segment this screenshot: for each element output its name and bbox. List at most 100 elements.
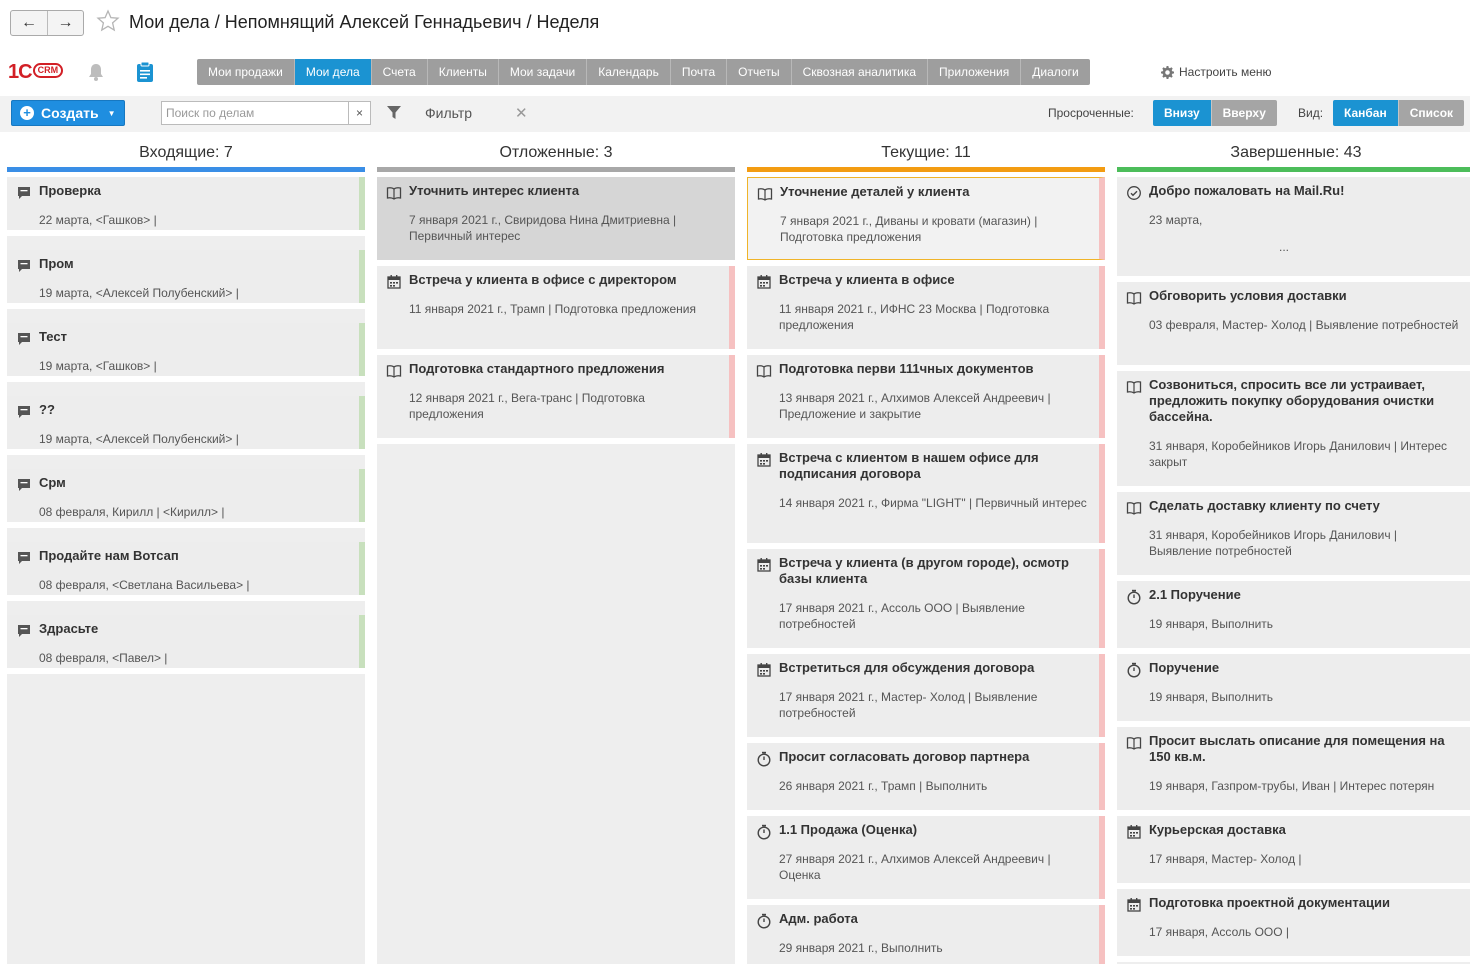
task-title: Здрасьте [39,621,99,636]
menu-mail[interactable]: Почта [671,59,728,85]
column-body: Добро пожаловать на Mail.Ru! 23 марта,...… [1117,177,1470,964]
task-card-content: Встреча с клиентом в нашем офисе для под… [747,444,1105,543]
task-card-content: Встреча у клиента в офисе с директором 11… [377,266,735,349]
task-meta: 12 января 2021 г., Вега-транс | Подготов… [409,391,645,421]
overdue-top-option[interactable]: Вверху [1210,100,1277,126]
kanban-column: Входящие: 7 Проверка 22 марта, <Гашков> | П… [7,136,365,964]
task-card[interactable]: Встреча с клиентом в нашем офисе для под… [747,444,1105,549]
task-card[interactable]: Встреча у клиента (в другом городе), осм… [747,549,1105,654]
view-list-option[interactable]: Список [1397,100,1465,126]
task-card[interactable]: Сделать доставку клиенту по счету 31 янва… [1117,492,1470,581]
view-label: Вид: [1298,106,1324,120]
task-meta: 19 марта, <Алексей Полубенский> | [39,432,239,446]
kanban-column: Завершенные: 43 Добро пожаловать на Mail.… [1117,136,1470,964]
menu-my-assignments[interactable]: Мои задачи [499,59,588,85]
task-card-content: Обговорить условия доставки 03 февраля, М… [1117,282,1470,365]
task-title: Тест [39,329,67,344]
task-card[interactable]: Поручение 19 января, Выполнить [1117,654,1470,727]
task-card[interactable]: Продайте нам Вотсап 08 февраля, <Светлана… [7,542,365,601]
task-card-content: Тест 19 марта, <Гашков> | [7,323,365,376]
task-meta: 26 января 2021 г., Трамп | Выполнить [779,779,988,793]
configure-menu-link[interactable]: Настроить меню [1161,65,1272,79]
menu-applications[interactable]: Приложения [928,59,1022,85]
menu-dialogs[interactable]: Диалоги [1021,59,1089,85]
task-card[interactable]: Созвониться, спросить все ли устраивает,… [1117,371,1470,492]
task-card-content: Здрасьте 08 февраля, <Павел> | [7,615,365,668]
menu-my-sales[interactable]: Мои продажи [197,59,295,85]
task-title: Продайте нам Вотсап [39,548,179,563]
task-card-content: Уточнение деталей у клиента 7 января 2021… [747,177,1105,260]
search-box: × [161,101,371,125]
task-card[interactable]: Встретиться для обсуждения договора 17 ян… [747,654,1105,743]
task-meta: 19 марта, <Алексей Полубенский> | [39,286,239,300]
back-button[interactable]: ← [11,11,47,35]
task-meta: 17 января, Ассоль ООО | [1149,925,1290,939]
create-button[interactable]: + Создать ▼ [11,100,125,126]
clipboard-icon[interactable] [136,61,154,86]
task-card[interactable]: Курьерская доставка 17 января, Мастер- Хо… [1117,816,1470,889]
menu-my-tasks-active[interactable]: Мои дела [294,59,372,85]
stopwatch-icon [756,751,772,770]
task-title: Просит согласовать договор партнера [779,749,1030,764]
task-card-content: Проверка 22 марта, <Гашков> | [7,177,365,230]
clear-search-icon[interactable]: × [348,102,370,124]
task-meta: 17 января 2021 г., Ассоль ООО | Выявлени… [779,601,1025,631]
task-meta: 19 марта, <Гашков> | [39,359,157,373]
task-meta: 22 марта, <Гашков> | [39,213,157,227]
task-title: Подготовка проектной документации [1149,895,1390,910]
menu-calendar[interactable]: Календарь [587,59,671,85]
task-card[interactable]: Адм. работа 29 января 2021 г., Выполнить [747,905,1105,964]
task-card[interactable]: Пром 19 марта, <Алексей Полубенский> | [7,250,365,309]
chat-icon [16,258,32,277]
task-card[interactable]: Встреча у клиента в офисе с директором 11… [377,266,735,355]
task-card[interactable]: Подготовка проектной документации 17 янва… [1117,889,1470,962]
filter-icon[interactable] [386,105,402,124]
task-card[interactable]: Срм 08 февраля, Кирилл | <Кирилл> | [7,469,365,528]
task-title: 1.1 Продажа (Оценка) [779,822,918,837]
task-meta: 7 января 2021 г., Свиридова Нина Дмитрие… [409,213,677,243]
stopwatch-icon [756,913,772,932]
view-kanban-option[interactable]: Канбан [1333,100,1398,126]
chat-icon [16,550,32,569]
task-title: Поручение [1149,660,1220,675]
task-card-content: Курьерская доставка 17 января, Мастер- Хо… [1117,816,1470,883]
chat-icon [16,623,32,642]
task-card[interactable]: 2.1 Поручение 19 января, Выполнить [1117,581,1470,654]
page-title: Мои дела / Непомнящий Алексей Геннадьеви… [129,12,600,32]
task-title: Срм [39,475,66,490]
task-card[interactable]: Просит согласовать договор партнера 26 ян… [747,743,1105,816]
task-card[interactable]: Уточнить интерес клиента 7 января 2021 г.… [377,177,735,266]
task-extra: ... [1278,240,1289,254]
overdue-bottom-option[interactable]: Внизу [1153,100,1211,126]
overdue-toggle: Внизу Вверху [1153,100,1277,126]
task-card[interactable]: 1.1 Продажа (Оценка) 27 января 2021 г., А… [747,816,1105,905]
bell-icon[interactable] [87,62,105,85]
task-card[interactable]: Уточнение деталей у клиента 7 января 2021… [747,177,1105,266]
task-card[interactable]: Добро пожаловать на Mail.Ru! 23 марта,... [1117,177,1470,282]
task-card[interactable]: Тест 19 марта, <Гашков> | [7,323,365,382]
menu-invoices[interactable]: Счета [372,59,428,85]
menu-analytics[interactable]: Сквозная аналитика [792,59,929,85]
task-title: Уточнить интерес клиента [409,183,580,198]
task-card[interactable]: Обговорить условия доставки 03 февраля, М… [1117,282,1470,371]
clear-filter-icon[interactable]: ✕ [515,104,528,122]
task-card[interactable]: Просит выслать описание для помещения на… [1117,727,1470,816]
gear-icon [1161,65,1174,79]
task-card[interactable]: Встреча у клиента в офисе 11 января 2021 … [747,266,1105,355]
filter-button[interactable]: Фильтр [425,105,472,121]
task-card[interactable]: Здрасьте 08 февраля, <Павел> | [7,615,365,674]
menu-reports[interactable]: Отчеты [727,59,792,85]
task-card-content: Поручение 19 января, Выполнить [1117,654,1470,721]
menu-clients[interactable]: Клиенты [428,59,499,85]
search-input[interactable] [162,102,348,124]
favorite-star-icon[interactable] [96,9,120,36]
task-card[interactable]: Подготовка стандартного предложения 12 ян… [377,355,735,444]
calendar-icon [386,274,402,293]
plus-icon: + [20,106,34,120]
calendar-icon [756,274,772,293]
task-title: Адм. работа [779,911,858,926]
task-card[interactable]: Проверка 22 марта, <Гашков> | [7,177,365,236]
forward-button[interactable]: → [47,11,83,35]
task-card[interactable]: Подготовка перви 111чных документов 13 ян… [747,355,1105,444]
task-card[interactable]: ?? 19 марта, <Алексей Полубенский> | [7,396,365,455]
